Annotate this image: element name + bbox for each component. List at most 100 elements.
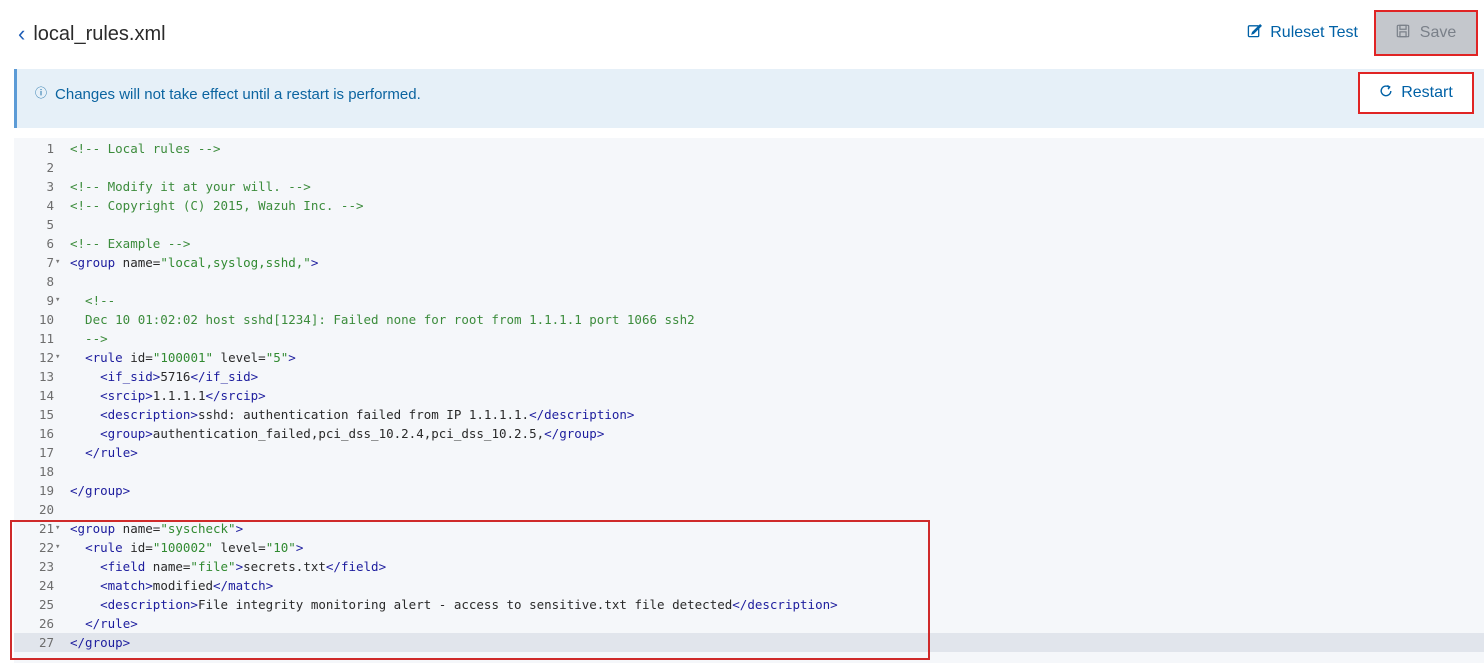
code-token: name= — [115, 521, 161, 536]
code-line[interactable]: 3 <!-- Modify it at your will. --> — [14, 177, 1484, 196]
code-line[interactable]: 8 — [14, 272, 1484, 291]
code-text: <group name="local,syslog,sshd,"> — [70, 253, 318, 272]
code-token: <group> — [100, 426, 153, 441]
save-button[interactable]: Save — [1374, 10, 1478, 56]
code-line[interactable]: 14 <srcip>1.1.1.1</srcip> — [14, 386, 1484, 405]
code-token: "100002" — [152, 540, 214, 555]
file-title: local_rules.xml — [33, 22, 166, 45]
ruleset-test-label: Ruleset Test — [1270, 24, 1358, 41]
code-token: <group — [70, 521, 116, 536]
code-token: <!-- — [70, 293, 116, 308]
line-number: 11 — [38, 331, 54, 346]
code-token: "10" — [265, 540, 296, 555]
line-number: 20 — [38, 502, 54, 517]
code-line[interactable]: 20 — [14, 500, 1484, 519]
code-token: <!-- Modify it at your will. --> — [70, 179, 311, 194]
fold-toggle-icon[interactable]: ▾ — [55, 253, 65, 272]
code-line[interactable]: 24 <match>modified</match> — [14, 576, 1484, 595]
code-line[interactable]: 18 — [14, 462, 1484, 481]
fold-toggle-icon[interactable]: ▾ — [55, 519, 65, 538]
code-line[interactable]: 21 ▾ <group name="syscheck"> — [14, 519, 1484, 538]
line-number: 16 — [38, 426, 54, 441]
code-text: <description>sshd: authentication failed… — [70, 405, 634, 424]
code-text: <rule id="100002" level="10"> — [70, 538, 303, 557]
callout-text: Changes will not take effect until a res… — [55, 86, 421, 103]
code-token: modified — [152, 578, 214, 593]
line-number: 23 — [38, 559, 54, 574]
code-text: <!-- — [70, 291, 115, 310]
fold-toggle-icon[interactable]: ▾ — [55, 291, 65, 310]
line-number: 4 — [46, 198, 54, 213]
code-token: <!-- Copyright (C) 2015, Wazuh Inc. --> — [70, 198, 364, 213]
code-line[interactable]: 1 <!-- Local rules --> — [14, 139, 1484, 158]
code-text: <match>modified</match> — [70, 576, 273, 595]
code-line[interactable]: 9 ▾ <!-- — [14, 291, 1484, 310]
code-line[interactable]: 6 <!-- Example --> — [14, 234, 1484, 253]
code-line[interactable]: 17 </rule> — [14, 443, 1484, 462]
callout-message: ⓘ Changes will not take effect until a r… — [35, 86, 421, 103]
code-line[interactable]: 19 </group> — [14, 481, 1484, 500]
ruleset-test-button[interactable]: Ruleset Test — [1247, 23, 1358, 43]
code-token: name= — [145, 559, 191, 574]
code-line[interactable]: 12 ▾ <rule id="100001" level="5"> — [14, 348, 1484, 367]
restart-callout: ⓘ Changes will not take effect until a r… — [14, 69, 1484, 128]
code-line[interactable]: 16 <group>authentication_failed,pci_dss_… — [14, 424, 1484, 443]
fold-toggle-icon[interactable]: ▾ — [55, 348, 65, 367]
code-token: <description> — [100, 597, 198, 612]
fold-toggle-icon[interactable]: ▾ — [55, 538, 65, 557]
code-token: "5" — [265, 350, 289, 365]
code-token: id= — [122, 540, 153, 555]
line-number: 26 — [38, 616, 54, 631]
code-token: </field> — [325, 559, 387, 574]
code-token: level= — [213, 540, 266, 555]
code-token: </rule> — [85, 445, 138, 460]
code-token: </if_sid> — [190, 369, 259, 384]
line-number: 1 — [46, 141, 54, 156]
line-number: 9 — [46, 293, 54, 308]
code-editor[interactable]: 1 <!-- Local rules --> 2 3 <!-- Modify it at… — [14, 138, 1484, 663]
code-token: id= — [122, 350, 153, 365]
line-number: 18 — [38, 464, 54, 479]
line-number: 6 — [46, 236, 54, 251]
code-token: </group> — [544, 426, 605, 441]
code-token: </description> — [732, 597, 838, 612]
save-icon — [1396, 24, 1410, 43]
code-line[interactable]: 15 <description>sshd: authentication fai… — [14, 405, 1484, 424]
code-text: <!-- Copyright (C) 2015, Wazuh Inc. --> — [70, 196, 364, 215]
code-line[interactable]: 27 </group> — [14, 633, 1484, 652]
line-number: 25 — [38, 597, 54, 612]
back-link[interactable]: ‹ local_rules.xml — [18, 20, 166, 48]
line-number: 10 — [38, 312, 54, 327]
code-text: --> — [70, 329, 108, 348]
code-token: <if_sid> — [100, 369, 161, 384]
line-number: 17 — [38, 445, 54, 460]
code-token: <match> — [100, 578, 153, 593]
code-line[interactable]: 25 <description>File integrity monitorin… — [14, 595, 1484, 614]
code-line[interactable]: 13 <if_sid>5716</if_sid> — [14, 367, 1484, 386]
code-token: <srcip> — [100, 388, 153, 403]
code-text: </rule> — [70, 614, 138, 633]
code-token: "syscheck" — [160, 521, 236, 536]
code-token: name= — [115, 255, 161, 270]
code-line[interactable]: 11 --> — [14, 329, 1484, 348]
code-token: <rule — [85, 350, 123, 365]
code-token: sshd: authentication failed from IP 1.1.… — [197, 407, 530, 422]
code-line[interactable]: 5 — [14, 215, 1484, 234]
code-line[interactable]: 23 <field name="file">secrets.txt</field… — [14, 557, 1484, 576]
code-token: <group — [70, 255, 116, 270]
code-text: <!-- Local rules --> — [70, 139, 221, 158]
code-line[interactable]: 7 ▾ <group name="local,syslog,sshd,"> — [14, 253, 1484, 272]
code-line[interactable]: 26 </rule> — [14, 614, 1484, 633]
code-line[interactable]: 2 — [14, 158, 1484, 177]
line-number: 24 — [38, 578, 54, 593]
code-line[interactable]: 22 ▾ <rule id="100002" level="10"> — [14, 538, 1484, 557]
restart-label: Restart — [1401, 84, 1453, 101]
code-line[interactable]: 10 Dec 10 01:02:02 host sshd[1234]: Fail… — [14, 310, 1484, 329]
line-number: 12 — [38, 350, 54, 365]
info-icon: ⓘ — [35, 86, 48, 100]
code-line[interactable]: 4 <!-- Copyright (C) 2015, Wazuh Inc. --> — [14, 196, 1484, 215]
restart-button[interactable]: Restart — [1358, 72, 1474, 114]
code-token: > — [295, 540, 304, 555]
